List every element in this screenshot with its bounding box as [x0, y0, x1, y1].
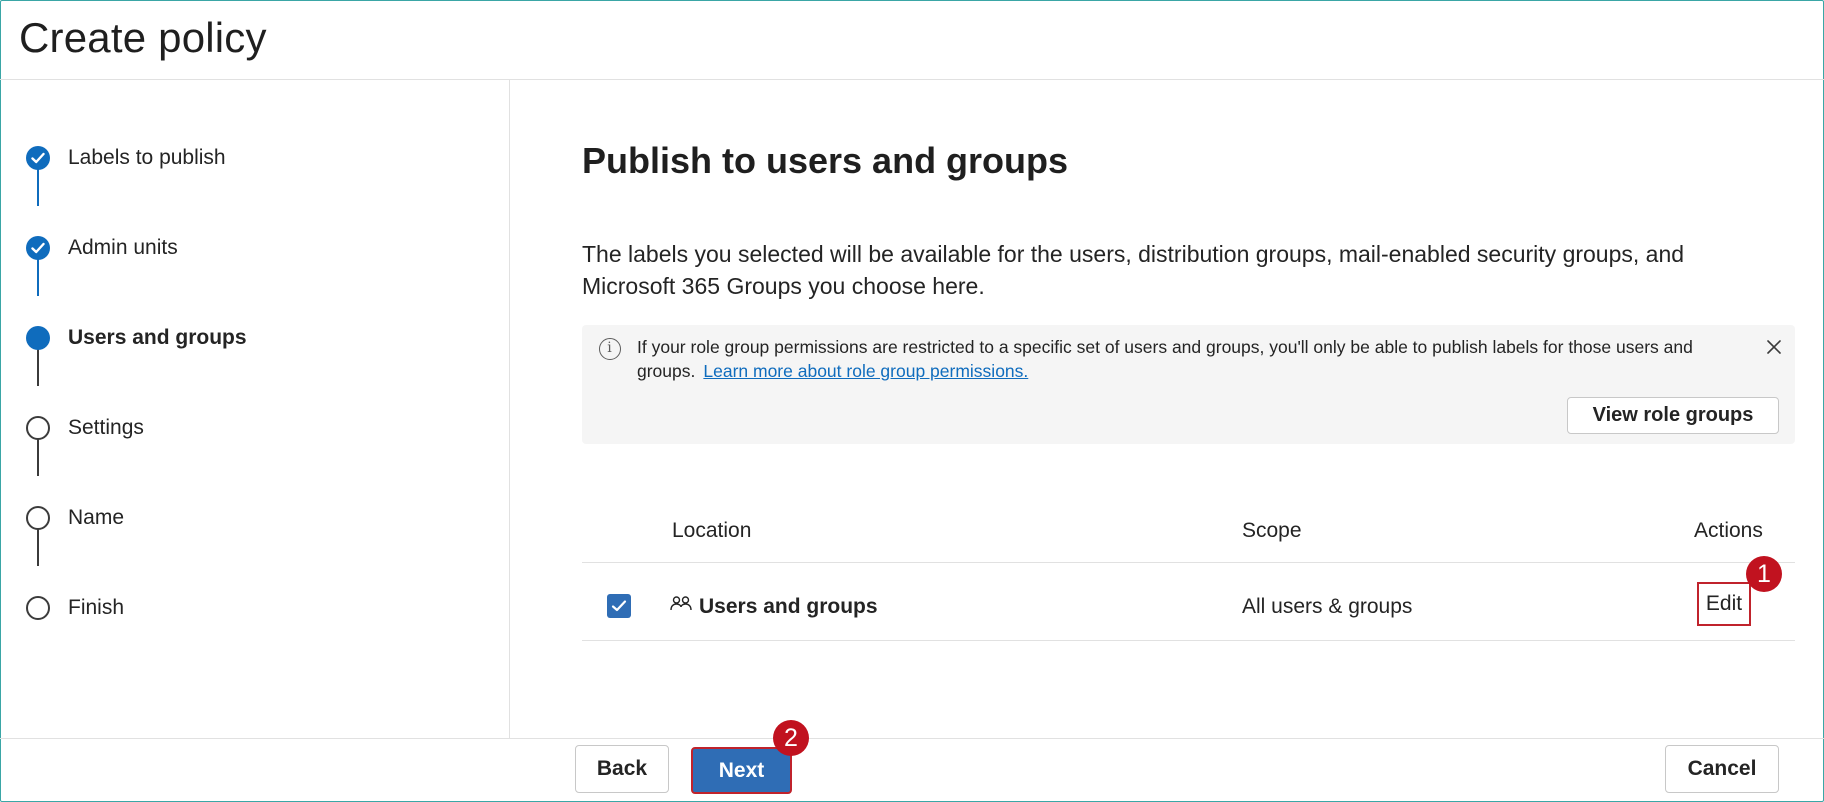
next-button[interactable]: Next — [691, 747, 792, 794]
row-checkbox[interactable] — [607, 594, 631, 618]
back-button[interactable]: Back — [575, 745, 669, 793]
table-divider — [582, 640, 1795, 641]
current-step-dot-icon — [26, 326, 50, 350]
role-group-permissions-link[interactable]: Learn more about role group permissions. — [703, 361, 1028, 381]
callout-badge-2: 2 — [773, 720, 809, 756]
info-icon: i — [599, 338, 621, 360]
info-message-bar: i If your role group permissions are res… — [582, 325, 1795, 444]
cell-scope: All users & groups — [1242, 595, 1413, 618]
callout-badge-1: 1 — [1746, 556, 1782, 592]
column-header-scope: Scope — [1242, 519, 1302, 542]
pending-step-circle-icon — [26, 506, 50, 530]
checkmark-icon — [26, 146, 50, 170]
edit-highlight-box: Edit — [1697, 582, 1751, 626]
column-header-actions: Actions — [1694, 519, 1763, 542]
wizard-footer: Back Next Cancel — [0, 738, 1824, 802]
column-header-location: Location — [672, 519, 752, 542]
main-content: Publish to users and groups The labels y… — [511, 80, 1824, 738]
people-icon — [670, 595, 692, 618]
step-label: Admin units — [68, 236, 178, 259]
checkmark-icon — [26, 236, 50, 260]
page-header: Create policy — [0, 0, 1824, 80]
cell-location: Users and groups — [699, 595, 878, 618]
close-icon[interactable] — [1762, 335, 1786, 359]
pending-step-circle-icon — [26, 596, 50, 620]
edit-link[interactable]: Edit — [1699, 592, 1749, 616]
view-role-groups-button[interactable]: View role groups — [1567, 397, 1779, 434]
step-label: Name — [68, 506, 125, 529]
cancel-button[interactable]: Cancel — [1665, 745, 1779, 793]
page-title: Create policy — [19, 14, 267, 61]
info-message: If your role group permissions are restr… — [637, 335, 1737, 383]
section-title: Publish to users and groups — [582, 140, 1069, 181]
step-label: Labels to publish — [68, 146, 226, 169]
table-divider — [582, 562, 1795, 563]
step-label: Settings — [68, 416, 144, 439]
step-label: Users and groups — [68, 326, 247, 349]
step-label: Finish — [68, 596, 125, 619]
section-description: The labels you selected will be availabl… — [582, 241, 1685, 299]
pending-step-circle-icon — [26, 416, 50, 440]
wizard-steps-sidebar: Labels to publish Admin units Users and … — [0, 80, 510, 738]
